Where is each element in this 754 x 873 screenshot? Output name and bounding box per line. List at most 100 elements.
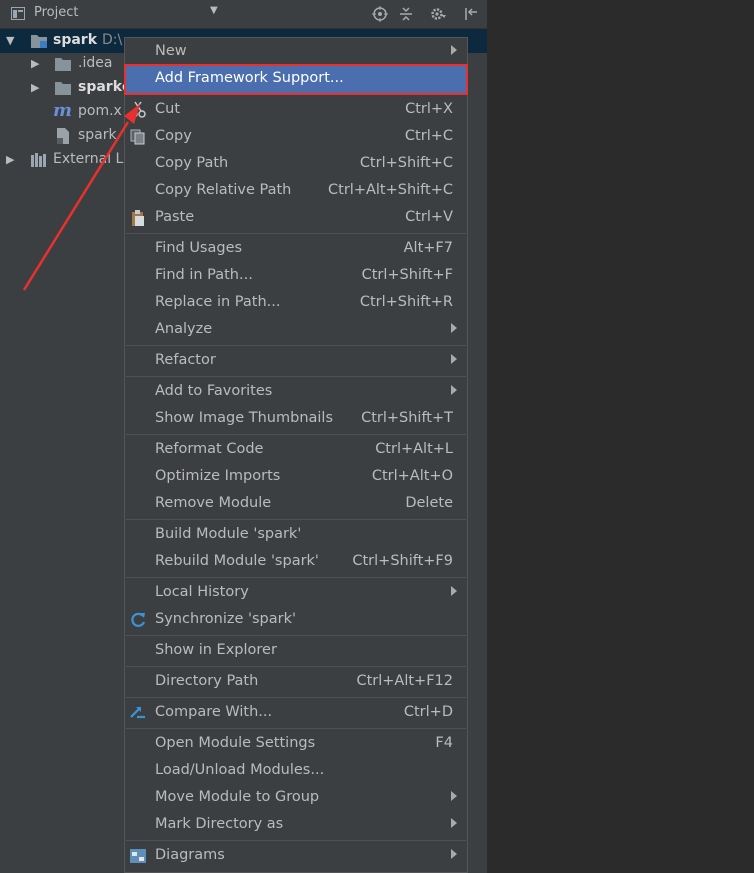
submenu-arrow-icon — [451, 849, 457, 859]
menu-item-copy-relative-path[interactable]: Copy Relative Path Ctrl+Alt+Shift+C — [125, 178, 467, 204]
menu-item-paste[interactable]: Paste Ctrl+V — [125, 205, 467, 231]
menu-label: Local History — [155, 584, 249, 600]
menu-item-add-to-favorites[interactable]: Add to Favorites — [125, 379, 467, 405]
menu-item-copy-path[interactable]: Copy Path Ctrl+Shift+C — [125, 151, 467, 177]
menu-item-diagrams[interactable]: Diagrams — [125, 843, 467, 869]
menu-shortcut: Delete — [405, 495, 453, 511]
gear-icon[interactable] — [430, 6, 446, 22]
menu-separator — [126, 376, 466, 377]
menu-shortcut: Ctrl+Alt+F12 — [356, 673, 453, 689]
submenu-arrow-icon — [451, 791, 457, 801]
folder-icon — [55, 58, 71, 71]
menu-shortcut: Ctrl+Alt+Shift+C — [328, 182, 453, 198]
menu-label: Remove Module — [155, 495, 272, 511]
root-module-path: D:\ — [102, 32, 123, 48]
menu-label: Refactor — [155, 352, 216, 368]
menu-item-move-module-to-group[interactable]: Move Module to Group — [125, 785, 467, 811]
menu-item-open-module-settings[interactable]: Open Module Settings F4 — [125, 731, 467, 757]
menu-label: Copy Path — [155, 155, 229, 171]
menu-label: New — [155, 43, 187, 59]
collapse-all-icon[interactable] — [398, 6, 414, 22]
maven-m-icon: m — [53, 100, 73, 121]
menu-item-find-in-path[interactable]: Find in Path... Ctrl+Shift+F — [125, 263, 467, 289]
menu-item-copy[interactable]: Copy Ctrl+C — [125, 124, 467, 150]
menu-item-show-image-thumbnails[interactable]: Show Image Thumbnails Ctrl+Shift+T — [125, 406, 467, 432]
menu-separator — [126, 345, 466, 346]
menu-separator — [126, 434, 466, 435]
scissors-icon — [130, 101, 146, 118]
menu-item-mark-directory-as[interactable]: Mark Directory as — [125, 812, 467, 838]
menu-item-compare-with[interactable]: Compare With... Ctrl+D — [125, 700, 467, 726]
sync-icon — [131, 612, 146, 627]
submenu-arrow-icon — [451, 45, 457, 55]
menu-label: Diagrams — [155, 847, 225, 863]
menu-item-analyze[interactable]: Analyze — [125, 317, 467, 343]
menu-item-show-in-explorer[interactable]: Show in Explorer — [125, 638, 467, 664]
menu-label: Show in Explorer — [155, 642, 277, 658]
project-view-icon — [11, 7, 25, 20]
menu-item-cut[interactable]: Cut Ctrl+X — [125, 97, 467, 123]
scroll-from-source-icon[interactable] — [372, 6, 388, 22]
menu-shortcut: Ctrl+C — [404, 128, 453, 144]
menu-separator — [126, 577, 466, 578]
menu-label: Directory Path — [155, 673, 259, 689]
menu-item-remove-module[interactable]: Remove Module Delete — [125, 491, 467, 517]
menu-label: Rebuild Module 'spark' — [155, 553, 319, 569]
libraries-icon — [31, 153, 46, 167]
menu-shortcut: Ctrl+X — [405, 101, 453, 117]
menu-label: Show Image Thumbnails — [155, 410, 334, 426]
context-menu: New Add Framework Support... Cut Ctrl+X … — [124, 37, 468, 873]
menu-label: Add Framework Support... — [155, 70, 344, 86]
root-module-name: spark — [53, 32, 98, 48]
pom-file-name: pom.x — [78, 103, 122, 119]
menu-item-refactor[interactable]: Refactor — [125, 348, 467, 374]
menu-item-reformat-code[interactable]: Reformat Code Ctrl+Alt+L — [125, 437, 467, 463]
menu-item-synchronize[interactable]: Synchronize 'spark' — [125, 607, 467, 633]
project-view-title[interactable]: Project — [34, 5, 78, 20]
module-file-icon — [57, 128, 69, 144]
menu-shortcut: Ctrl+Shift+F — [361, 267, 453, 283]
expanded-arrow-icon[interactable]: ▼ — [6, 34, 14, 47]
menu-separator — [126, 233, 466, 234]
menu-label: Open Module Settings — [155, 735, 316, 751]
collapsed-arrow-icon[interactable]: ▶ — [31, 81, 39, 94]
collapsed-arrow-icon[interactable]: ▶ — [6, 153, 14, 166]
menu-label: Replace in Path... — [155, 294, 281, 310]
submenu-arrow-icon — [451, 586, 457, 596]
menu-label: Cut — [155, 101, 180, 117]
spark-file-name: spark — [78, 127, 117, 143]
menu-item-new[interactable]: New — [125, 39, 467, 65]
compare-arrows-icon — [130, 707, 145, 719]
menu-item-find-usages[interactable]: Find Usages Alt+F7 — [125, 236, 467, 262]
menu-item-build-module[interactable]: Build Module 'spark' — [125, 522, 467, 548]
menu-label: Analyze — [155, 321, 213, 337]
clipboard-icon — [132, 210, 144, 226]
external-libraries-name: External L — [53, 151, 124, 167]
menu-label: Optimize Imports — [155, 468, 281, 484]
menu-item-replace-in-path[interactable]: Replace in Path... Ctrl+Shift+R — [125, 290, 467, 316]
menu-item-add-framework-support[interactable]: Add Framework Support... — [124, 64, 468, 95]
menu-separator — [126, 728, 466, 729]
menu-item-directory-path[interactable]: Directory Path Ctrl+Alt+F12 — [125, 669, 467, 695]
menu-label: Add to Favorites — [155, 383, 273, 399]
menu-shortcut: Ctrl+Shift+R — [359, 294, 453, 310]
menu-shortcut: F4 — [435, 735, 453, 751]
menu-separator — [126, 697, 466, 698]
menu-label: Load/Unload Modules... — [155, 762, 325, 778]
menu-label: Copy Relative Path — [155, 182, 292, 198]
hide-panel-icon[interactable] — [463, 6, 479, 22]
menu-item-load-unload-modules[interactable]: Load/Unload Modules... — [125, 758, 467, 784]
view-dropdown-chevron-icon[interactable]: ▼ — [210, 5, 218, 16]
menu-shortcut: Ctrl+Shift+F9 — [352, 553, 453, 569]
menu-item-optimize-imports[interactable]: Optimize Imports Ctrl+Alt+O — [125, 464, 467, 490]
menu-separator — [126, 519, 466, 520]
collapsed-arrow-icon[interactable]: ▶ — [31, 57, 39, 70]
menu-label: Copy — [155, 128, 192, 144]
menu-shortcut: Ctrl+D — [403, 704, 453, 720]
menu-item-rebuild-module[interactable]: Rebuild Module 'spark' Ctrl+Shift+F9 — [125, 549, 467, 575]
menu-item-local-history[interactable]: Local History — [125, 580, 467, 606]
menu-shortcut: Ctrl+Shift+T — [361, 410, 453, 426]
diagram-icon — [130, 849, 146, 863]
menu-shortcut: Ctrl+V — [405, 209, 453, 225]
menu-separator — [126, 635, 466, 636]
